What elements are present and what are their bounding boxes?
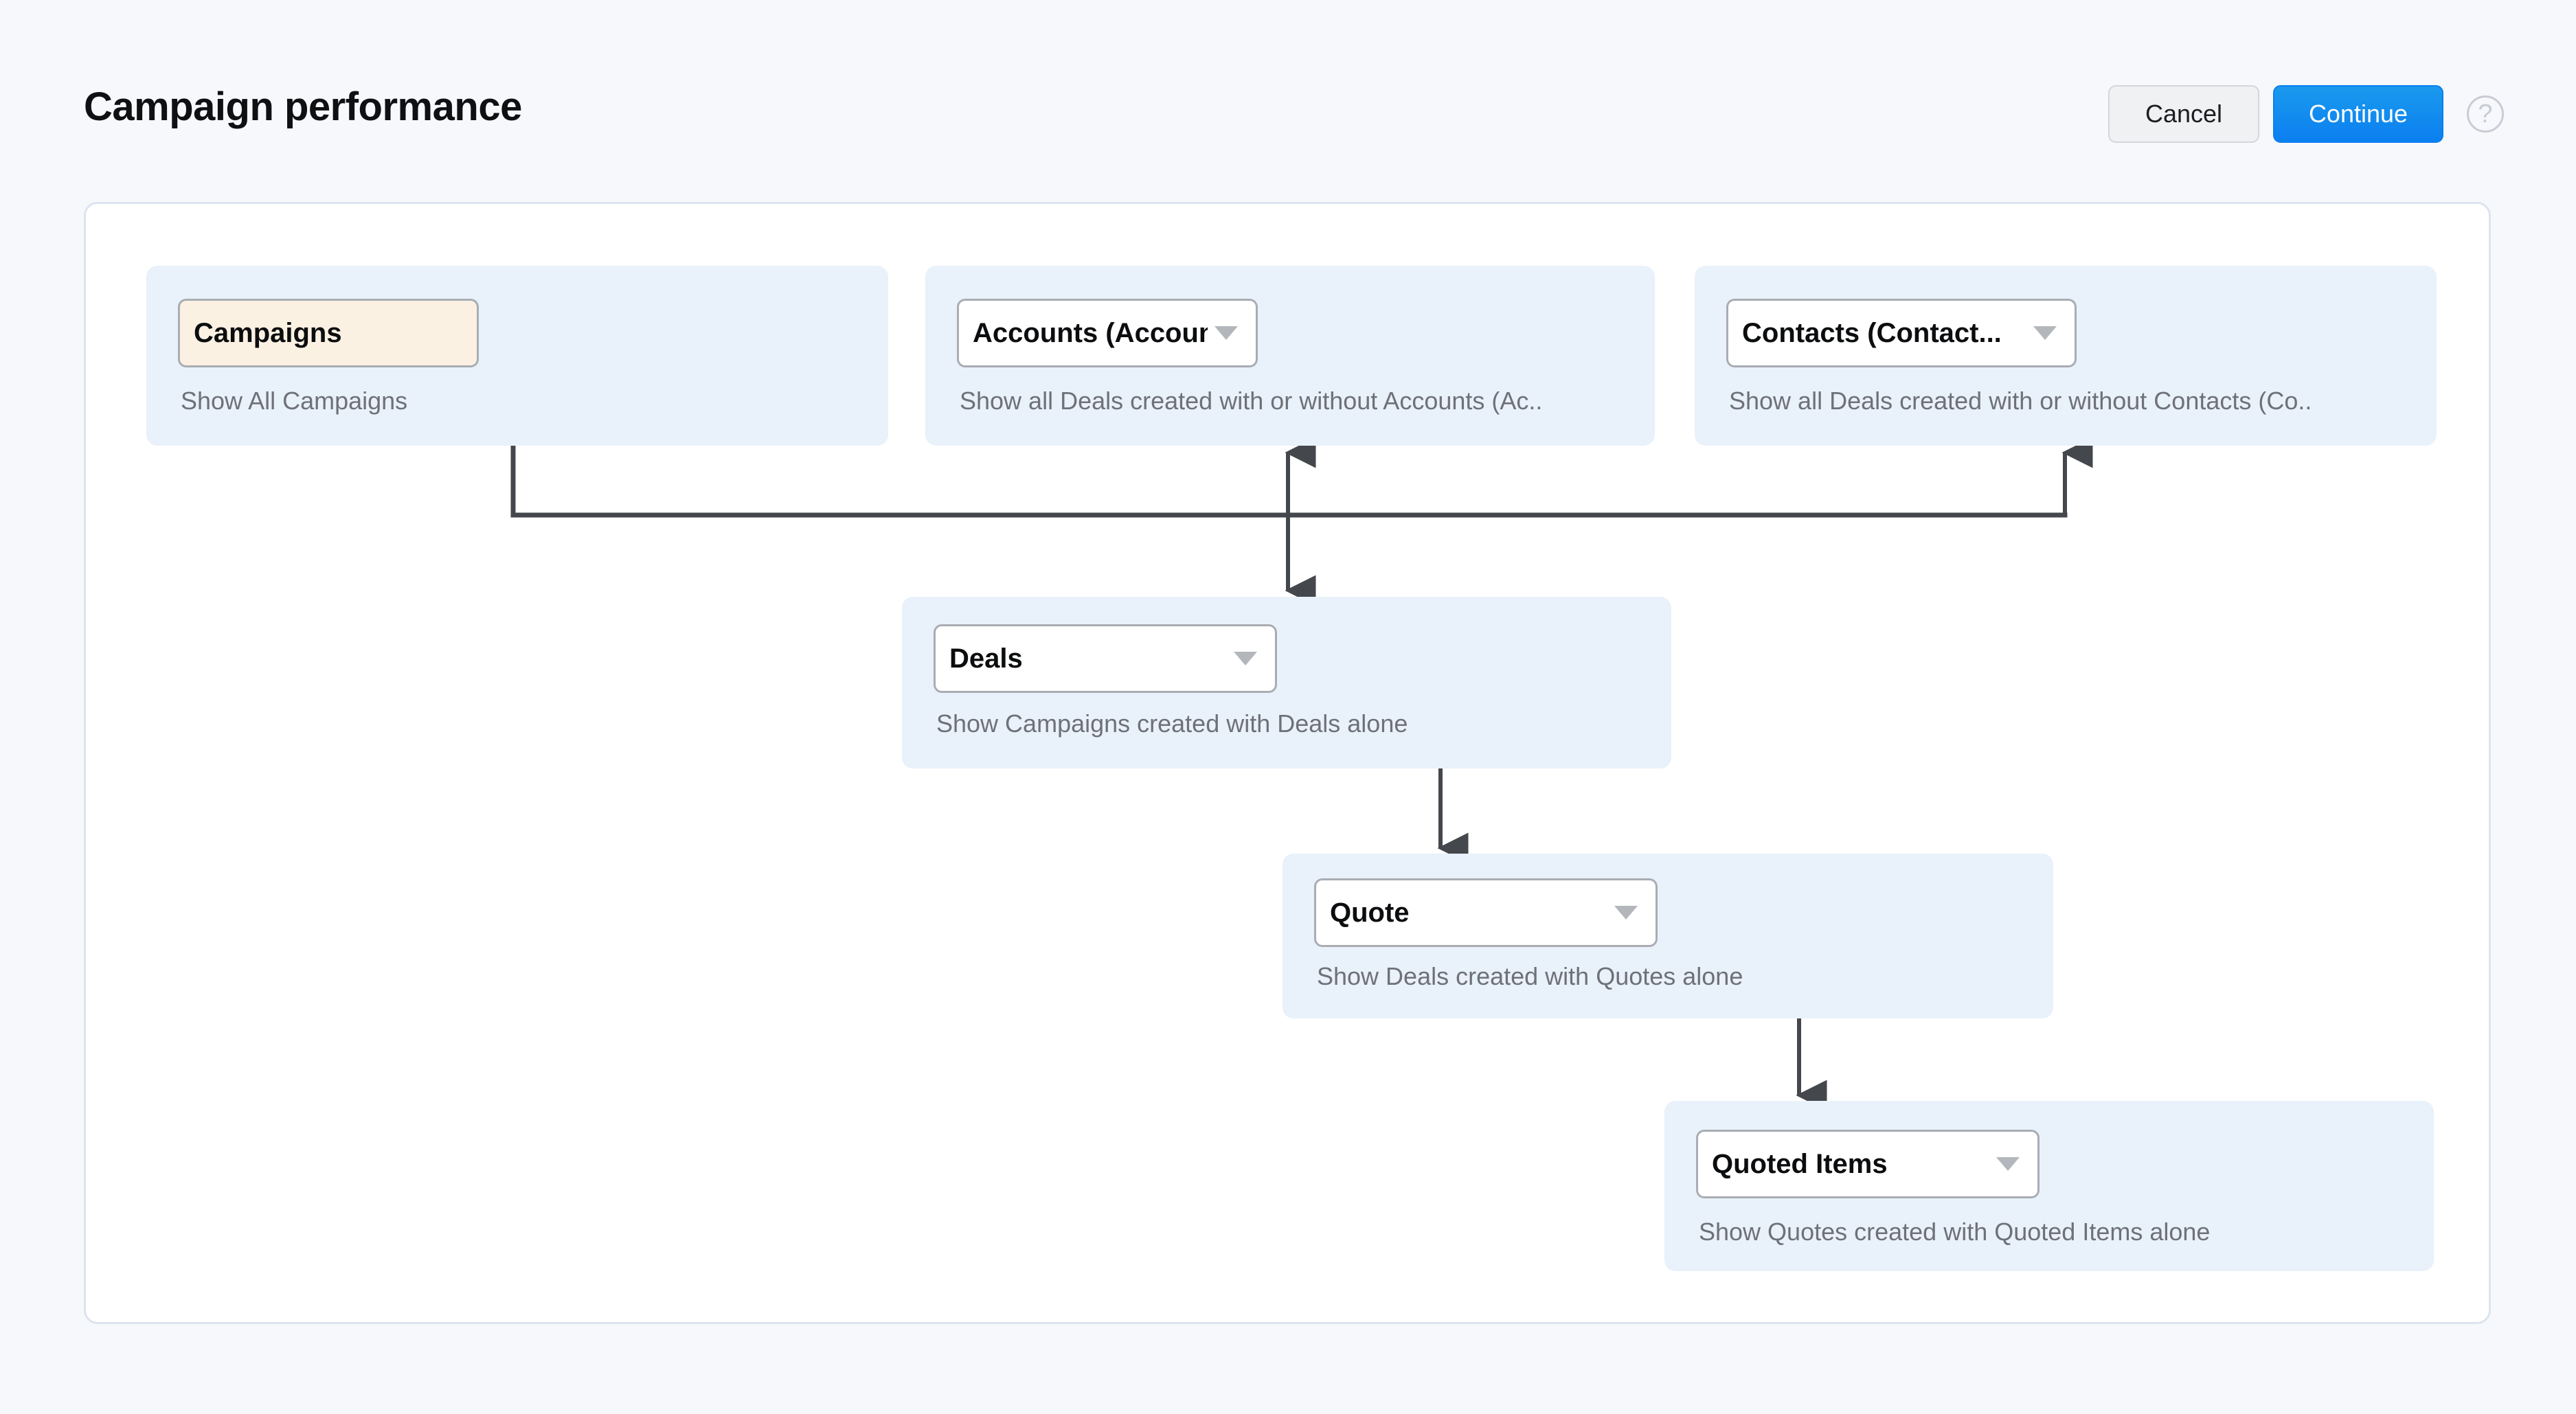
node-deals: Deals Show Campaigns created with Deals … bbox=[902, 597, 1671, 768]
chevron-down-icon bbox=[1234, 652, 1257, 665]
module-select-deals[interactable]: Deals bbox=[934, 624, 1277, 693]
header-actions: Cancel Continue ? bbox=[2108, 85, 2504, 143]
node-campaigns-description: Show All Campaigns bbox=[181, 387, 408, 415]
relationship-canvas-panel: Campaigns Show All Campaigns Accounts (A… bbox=[84, 202, 2491, 1324]
node-quote: Quote Show Deals created with Quotes alo… bbox=[1283, 854, 2053, 1018]
help-circle-icon[interactable]: ? bbox=[2467, 95, 2504, 133]
page-title: Campaign performance bbox=[84, 84, 522, 129]
node-campaigns: Campaigns Show All Campaigns bbox=[146, 266, 888, 446]
module-select-contacts-label: Contacts (Contact... bbox=[1742, 317, 2002, 348]
node-quoted-items-description: Show Quotes created with Quoted Items al… bbox=[1699, 1218, 2211, 1246]
module-select-deals-label: Deals bbox=[949, 643, 1023, 674]
node-accounts-description: Show all Deals created with or without A… bbox=[960, 387, 1543, 415]
chevron-down-icon bbox=[1996, 1157, 2020, 1171]
node-contacts-description: Show all Deals created with or without C… bbox=[1729, 387, 2312, 415]
module-select-quote-label: Quote bbox=[1330, 897, 1410, 928]
module-select-contacts[interactable]: Contacts (Contact... bbox=[1726, 299, 2077, 367]
module-chip-campaigns: Campaigns bbox=[178, 299, 479, 367]
node-contacts: Contacts (Contact... Show all Deals crea… bbox=[1695, 266, 2437, 446]
connector-campaigns-bus bbox=[510, 443, 2068, 518]
node-quoted-items: Quoted Items Show Quotes created with Qu… bbox=[1664, 1101, 2434, 1271]
module-chip-campaigns-label: Campaigns bbox=[194, 317, 342, 348]
page-header: Campaign performance Cancel Continue ? bbox=[0, 0, 2576, 180]
chevron-down-icon bbox=[2033, 326, 2057, 340]
continue-button[interactable]: Continue bbox=[2273, 85, 2443, 143]
module-select-quote[interactable]: Quote bbox=[1314, 878, 1658, 947]
node-quote-description: Show Deals created with Quotes alone bbox=[1317, 962, 1743, 990]
node-deals-description: Show Campaigns created with Deals alone bbox=[936, 709, 1408, 738]
module-select-quoted-items-label: Quoted Items bbox=[1712, 1148, 1888, 1179]
chevron-down-icon bbox=[1214, 326, 1238, 340]
module-select-quoted-items[interactable]: Quoted Items bbox=[1696, 1130, 2040, 1198]
cancel-button[interactable]: Cancel bbox=[2108, 85, 2259, 143]
node-accounts: Accounts (Account... Show all Deals crea… bbox=[925, 266, 1655, 446]
module-select-accounts-label: Accounts (Account... bbox=[973, 317, 1208, 348]
module-select-accounts[interactable]: Accounts (Account... bbox=[957, 299, 1258, 367]
chevron-down-icon bbox=[1614, 906, 1638, 920]
